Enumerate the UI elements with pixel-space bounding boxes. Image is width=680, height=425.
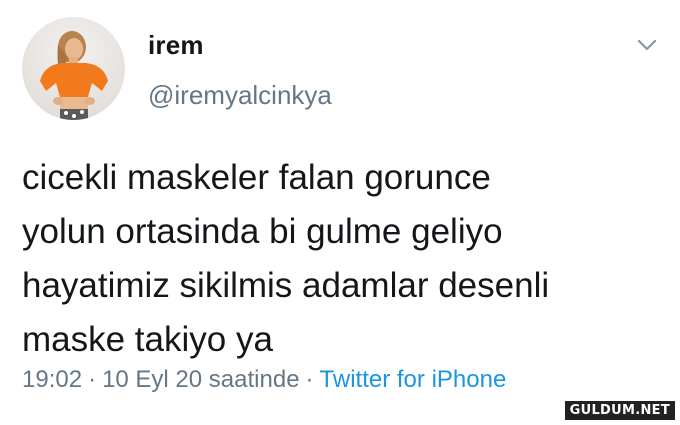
avatar[interactable]	[22, 17, 125, 120]
meta-separator: ·	[88, 366, 97, 393]
tweet-source-link[interactable]: Twitter for iPhone	[320, 366, 507, 393]
tweet-card: irem @iremyalcinkya cicekli maskeler fal…	[0, 0, 680, 425]
username-handle[interactable]: @iremyalcinkya	[148, 80, 332, 111]
tweet-date[interactable]: 10 Eyl 20 saatinde	[102, 366, 299, 393]
tweet-meta: 19:02 · 10 Eyl 20 saatinde · Twitter for iPh…	[22, 366, 506, 394]
display-name[interactable]: irem	[148, 30, 204, 61]
meta-separator: ·	[305, 366, 314, 393]
avatar-photo	[40, 31, 108, 120]
watermark-logo: GULDUM.NET	[563, 400, 676, 421]
tweet-text: cicekli maskeler falan gorunce yolun ort…	[22, 158, 550, 359]
tweet-time[interactable]: 19:02	[22, 366, 82, 393]
chevron-down-icon[interactable]	[636, 38, 658, 52]
